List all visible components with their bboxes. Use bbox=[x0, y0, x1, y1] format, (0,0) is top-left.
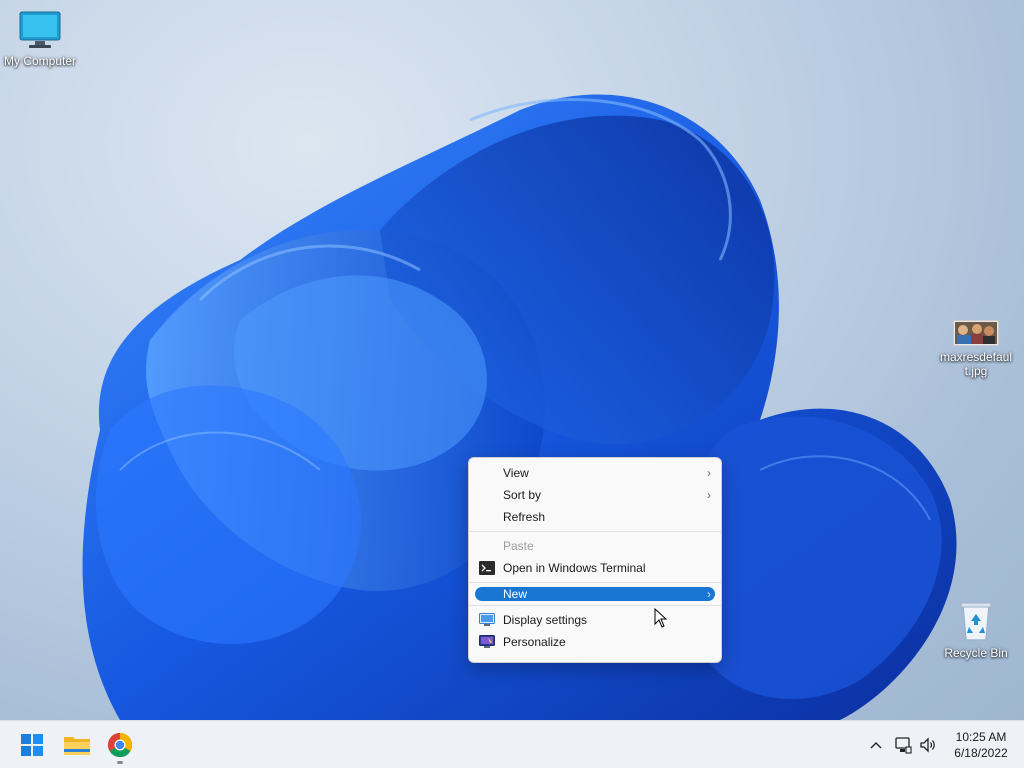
menu-item-label: New bbox=[503, 587, 528, 601]
image-file-icon bbox=[953, 320, 999, 346]
desktop-icon-image-file[interactable]: maxresdefaul t.jpg bbox=[936, 320, 1016, 378]
desktop-icon-recycle-bin[interactable]: Recycle Bin bbox=[936, 600, 1016, 660]
menu-item-display-settings[interactable]: Display settings bbox=[469, 609, 721, 631]
mouse-pointer-icon bbox=[654, 608, 668, 628]
menu-item-open-terminal[interactable]: Open in Windows Terminal bbox=[469, 557, 721, 579]
chevron-up-icon bbox=[870, 742, 882, 749]
desktop-icon-label: My Computer bbox=[3, 54, 77, 68]
menu-item-label: Display settings bbox=[503, 613, 588, 627]
menu-separator bbox=[469, 531, 721, 532]
start-button[interactable] bbox=[16, 729, 48, 761]
terminal-icon bbox=[479, 561, 495, 575]
desktop-icon-label: Recycle Bin bbox=[944, 646, 1008, 660]
volume-icon bbox=[920, 737, 935, 753]
submenu-chevron-icon: › bbox=[707, 587, 711, 601]
clock-date: 6/18/2022 bbox=[954, 746, 1008, 760]
menu-separator bbox=[469, 605, 721, 606]
clock-time: 10:25 AM bbox=[955, 730, 1007, 744]
menu-item-new[interactable]: New › bbox=[475, 587, 715, 601]
windows-logo-icon bbox=[21, 734, 43, 756]
submenu-chevron-icon: › bbox=[707, 466, 711, 480]
desktop-icon-label-line2: t.jpg bbox=[964, 364, 988, 378]
personalize-icon bbox=[479, 635, 495, 648]
menu-item-personalize[interactable]: Personalize bbox=[469, 631, 721, 653]
network-button[interactable] bbox=[893, 735, 913, 755]
volume-button[interactable] bbox=[918, 735, 938, 755]
menu-item-label: Refresh bbox=[503, 510, 546, 524]
computer-icon bbox=[19, 11, 61, 48]
display-icon bbox=[479, 613, 495, 626]
taskbar: 10:25 AM 6/18/2022 bbox=[0, 720, 1024, 768]
desktop-icon-label-line1: maxresdefaul bbox=[939, 350, 1013, 364]
menu-separator bbox=[469, 582, 721, 583]
menu-item-label: View bbox=[503, 466, 529, 480]
clock[interactable]: 10:25 AM 6/18/2022 bbox=[946, 729, 1016, 761]
menu-item-sort-by[interactable]: Sort by › bbox=[469, 484, 721, 506]
menu-item-label: Sort by bbox=[503, 488, 542, 502]
submenu-chevron-icon: › bbox=[707, 488, 711, 502]
menu-item-paste: Paste bbox=[469, 535, 721, 557]
recycle-bin-icon bbox=[960, 602, 992, 641]
show-hidden-icons-button[interactable] bbox=[866, 735, 886, 755]
desktop-context-menu: View › Sort by › Refresh Paste Open in W… bbox=[468, 457, 722, 663]
menu-item-label: Personalize bbox=[503, 635, 566, 649]
folder-icon bbox=[64, 737, 90, 755]
menu-item-label: Paste bbox=[503, 539, 534, 553]
menu-item-view[interactable]: View › bbox=[469, 462, 721, 484]
file-explorer-button[interactable] bbox=[61, 729, 93, 761]
network-icon bbox=[895, 737, 912, 754]
menu-item-label: Open in Windows Terminal bbox=[503, 561, 646, 575]
chrome-button[interactable] bbox=[104, 729, 136, 761]
desktop-icon-my-computer[interactable]: My Computer bbox=[0, 10, 80, 68]
menu-item-refresh[interactable]: Refresh bbox=[469, 506, 721, 528]
chrome-running-indicator bbox=[117, 761, 123, 764]
chrome-icon bbox=[107, 733, 133, 758]
